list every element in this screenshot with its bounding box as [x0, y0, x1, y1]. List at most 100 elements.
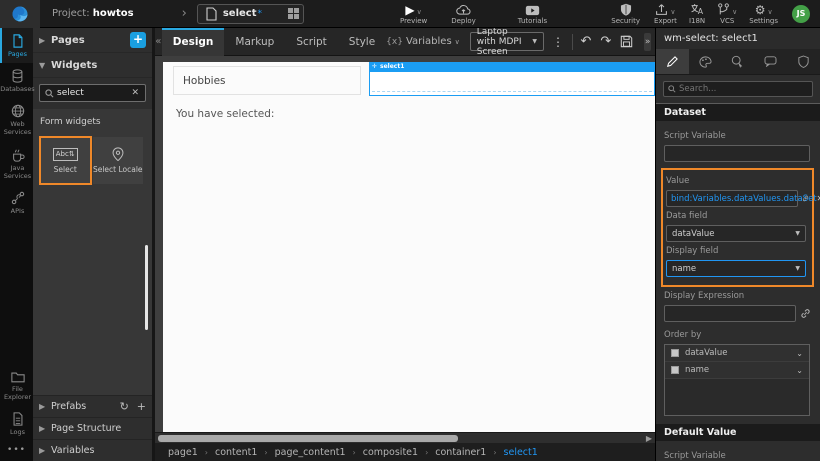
display-expression-input[interactable]	[664, 305, 796, 322]
grid-icon[interactable]	[288, 8, 299, 19]
settings-button[interactable]: ⚙∨ Settings	[749, 0, 778, 28]
tab-events[interactable]	[722, 49, 755, 74]
chevron-right-icon: ›	[493, 448, 496, 457]
widget-tile-select-locale[interactable]: Select Locale	[93, 137, 144, 184]
tab-styles[interactable]	[689, 49, 722, 74]
open-page-tab[interactable]: select *	[197, 4, 304, 24]
scroll-right-arrow[interactable]: ▶	[646, 434, 652, 443]
order-by-row-name[interactable]: name ⌄	[665, 362, 809, 379]
breadcrumb-item[interactable]: composite1	[363, 447, 418, 458]
vcs-button[interactable]: ∨ VCS	[717, 0, 737, 28]
chevron-down-icon[interactable]: ⌄	[796, 366, 803, 375]
tab-markup[interactable]: Markup	[224, 28, 285, 56]
breadcrumb-item[interactable]: page_content1	[275, 447, 346, 458]
properties-panel: wm-select: select1 Dataset Script Variab…	[655, 28, 820, 461]
wavemaker-logo[interactable]	[0, 0, 40, 28]
hobbies-label-widget[interactable]: Hobbies	[173, 66, 361, 95]
form-widgets-heading: Form widgets	[40, 117, 145, 127]
select1-widget[interactable]: ✛ select1	[369, 62, 655, 96]
rail-item-web-services[interactable]: Web Services	[0, 98, 33, 141]
user-avatar[interactable]: JS	[792, 5, 810, 23]
preview-button[interactable]: ▶∨ Preview	[400, 0, 427, 28]
breadcrumb-item-current[interactable]: select1	[504, 447, 538, 458]
select1-selection-tag[interactable]: ✛ select1	[369, 62, 655, 71]
page-canvas[interactable]: Hobbies ✛ select1 You have selected:	[163, 62, 655, 432]
chat-bubble-icon	[764, 56, 777, 67]
widget-search-input[interactable]	[57, 88, 127, 98]
add-page-button[interactable]: +	[130, 32, 146, 48]
tab-messages[interactable]	[754, 49, 787, 74]
chevron-down-icon: ∨	[767, 9, 772, 16]
branch-icon: ∨	[717, 3, 737, 16]
breadcrumb-item[interactable]: container1	[435, 447, 486, 458]
panel-scrollbar[interactable]	[145, 245, 148, 330]
select-widget-icon: Abc⇅	[53, 148, 78, 161]
script-variable-input[interactable]	[664, 145, 810, 162]
checkbox[interactable]	[671, 366, 679, 374]
tab-properties[interactable]	[656, 49, 689, 74]
tab-design[interactable]: Design	[162, 28, 225, 56]
variables-dropdown[interactable]: {x} Variables ∨	[386, 36, 460, 47]
page-file-icon	[204, 7, 218, 21]
value-bind-input[interactable]: bind:Variables.dataValues.dataSet ✕	[666, 190, 798, 207]
selected-value-label: You have selected:	[176, 108, 274, 120]
breadcrumb-item[interactable]: content1	[215, 447, 257, 458]
select1-dropdown-box[interactable]	[369, 71, 655, 96]
tab-style[interactable]: Style	[338, 28, 386, 56]
deploy-button[interactable]: Deploy	[451, 0, 476, 28]
rail-item-databases[interactable]: Databases	[0, 63, 33, 98]
prefabs-section-header[interactable]: ▶ Prefabs ↻ +	[33, 395, 152, 417]
device-preview-dropdown[interactable]: Laptop with MDPI Screen ▼	[470, 32, 544, 51]
page-structure-section-header[interactable]: ▶ Page Structure	[33, 417, 152, 439]
search-icon	[668, 85, 676, 93]
chevron-right-icon: ›	[425, 448, 428, 457]
expand-right-icon[interactable]: »	[644, 33, 651, 51]
tab-script[interactable]: Script	[285, 28, 337, 56]
horizontal-scrollbar[interactable]: ▶	[155, 432, 655, 443]
project-name: howtos	[93, 8, 134, 19]
translate-icon: A	[690, 3, 704, 16]
tutorials-button[interactable]: Tutorials	[518, 0, 547, 28]
add-prefab-icon[interactable]: +	[137, 400, 146, 413]
data-field-select[interactable]: dataValue ▼	[666, 225, 806, 242]
checkbox[interactable]	[671, 349, 679, 357]
chevron-right-icon: ›	[264, 448, 267, 457]
shield-outline-icon	[798, 55, 809, 68]
bind-link-icon[interactable]	[800, 308, 811, 319]
rail-item-logs[interactable]: Logs	[0, 406, 33, 441]
widget-tile-select[interactable]: Abc⇅ Select	[40, 137, 91, 184]
location-pin-icon	[112, 147, 124, 161]
security-button[interactable]: Security	[611, 0, 640, 28]
kebab-menu-icon[interactable]: ⋮	[552, 35, 564, 49]
rail-item-java-services[interactable]: Java Services	[0, 142, 33, 185]
canvas-toolbar: « Design Markup Script Style {x} Variabl…	[155, 28, 655, 56]
collapse-left-icon[interactable]: «	[155, 36, 162, 47]
property-search-input[interactable]	[679, 84, 789, 94]
pages-section-header[interactable]: ▶ Pages +	[33, 28, 152, 53]
redo-button[interactable]: ↷	[600, 34, 611, 49]
refresh-icon[interactable]: ↻	[120, 400, 129, 413]
rail-more-button[interactable]: •••	[0, 441, 33, 461]
bind-link-icon[interactable]	[802, 193, 809, 204]
widgets-section-header[interactable]: ▼ Widgets	[33, 53, 152, 78]
clear-search-icon[interactable]: ✕	[131, 88, 145, 98]
chevron-right-icon: ›	[205, 448, 208, 457]
save-button[interactable]	[620, 35, 633, 48]
chevron-down-icon[interactable]: ⌄	[796, 349, 803, 358]
left-panel: ▶ Pages + ▼ Widgets ✕ Form widgets Abc⇅ …	[33, 28, 155, 461]
project-label: Project: howtos	[52, 8, 134, 19]
breadcrumb-item[interactable]: page1	[168, 447, 198, 458]
undo-button[interactable]: ↶	[580, 34, 591, 49]
tab-security[interactable]	[787, 49, 820, 74]
chevron-right-icon: ›	[182, 6, 187, 21]
order-by-row-datavalue[interactable]: dataValue ⌄	[665, 345, 809, 362]
rail-item-file-explorer[interactable]: File Explorer	[0, 365, 33, 406]
variables-section-header[interactable]: ▶ Variables	[33, 439, 152, 461]
rail-item-pages[interactable]: Pages	[0, 28, 33, 63]
i18n-button[interactable]: A I18N	[689, 0, 705, 28]
rail-item-apis[interactable]: APIs	[0, 185, 33, 220]
scrollbar-thumb[interactable]	[158, 435, 458, 442]
display-field-select[interactable]: name ▼	[666, 260, 806, 277]
caret-right-icon: ▶	[39, 402, 51, 411]
export-button[interactable]: ∨ Export	[654, 0, 677, 28]
